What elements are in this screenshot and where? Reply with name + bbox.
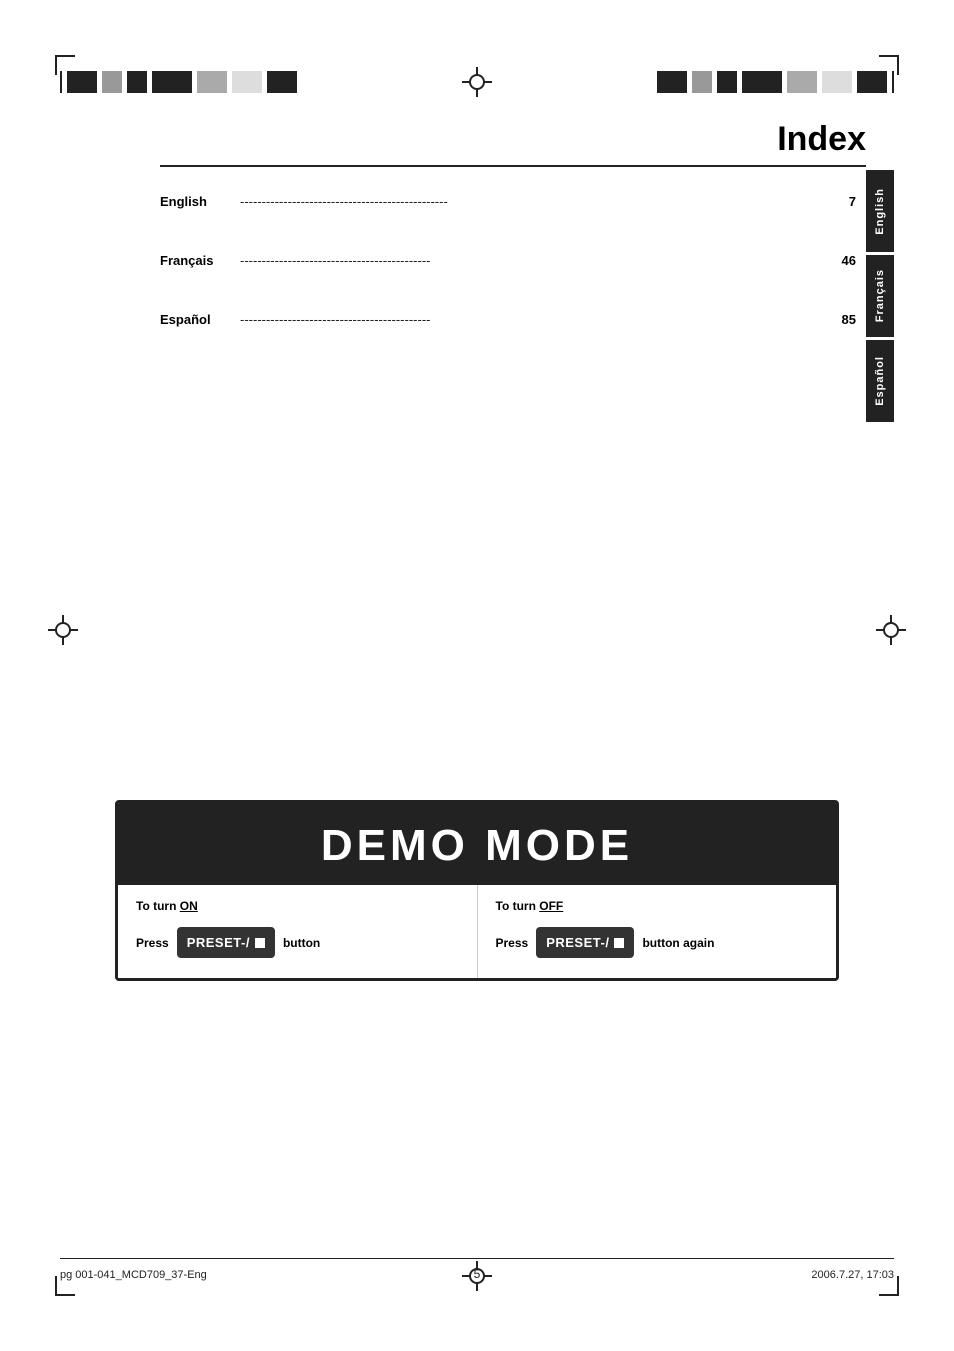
index-divider [160,165,866,167]
page-number: 5 [866,285,874,301]
preset-square-on [255,938,265,948]
footer-left: pg 001-041_MCD709_37-Eng [60,1269,207,1281]
demo-turn-on: To turn ON Press PRESET-/ button [118,885,478,978]
top-crosshair-container [299,67,655,97]
top-decoration-bar [60,70,894,94]
button-label-off: button again [642,936,714,950]
right-crosshair [876,615,906,645]
footer-center-page: 5 [474,1267,481,1281]
index-entries: English --------------------------------… [160,170,866,347]
demo-content: To turn ON Press PRESET-/ button To turn… [118,885,836,978]
left-crosshair [48,615,78,645]
index-title: Index [160,120,866,159]
preset-square-off [614,938,624,948]
demo-title: DEMO MODE [118,803,836,885]
top-crosshair [462,67,492,97]
turn-off-instruction: Press PRESET-/ button again [496,927,821,958]
footer-right: 2006.7.27, 17:03 [811,1269,894,1281]
turn-off-label: To turn OFF [496,899,821,913]
turn-on-label: To turn ON [136,899,461,913]
demo-mode-box: DEMO MODE To turn ON Press PRESET-/ butt… [115,800,839,981]
index-entry-francais: Français -------------------------------… [160,229,866,288]
tab-espanol[interactable]: Español [866,340,894,422]
right-bar-section [657,71,894,93]
preset-text-on: PRESET-/ [187,935,250,950]
button-label-on: button [283,936,320,950]
preset-button-off: PRESET-/ [536,927,634,958]
demo-turn-off: To turn OFF Press PRESET-/ button again [478,885,837,978]
index-entry-espanol: Español --------------------------------… [160,288,866,347]
index-entry-english: English --------------------------------… [160,170,866,229]
turn-on-instruction: Press PRESET-/ button [136,927,461,958]
preset-button-on: PRESET-/ [177,927,275,958]
bottom-line [60,1258,894,1260]
press-label-on: Press [136,936,169,950]
preset-text-off: PRESET-/ [546,935,609,950]
tab-english[interactable]: English [866,170,894,252]
left-bar-section [60,71,297,93]
press-label-off: Press [496,936,529,950]
